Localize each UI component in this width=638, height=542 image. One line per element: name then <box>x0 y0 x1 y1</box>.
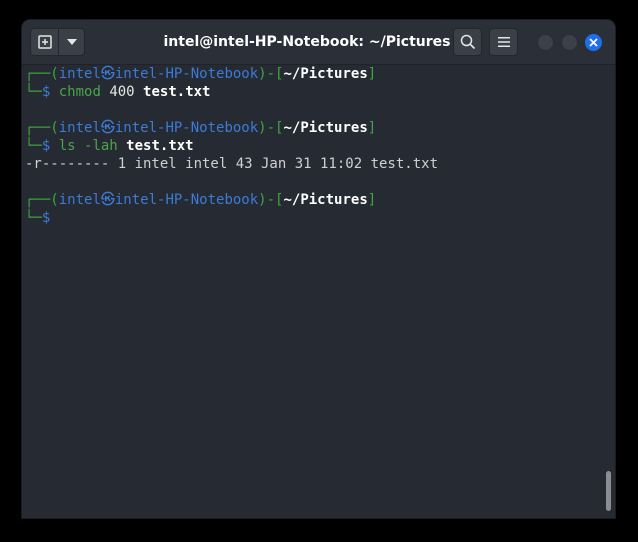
command-name: chmod <box>58 84 101 100</box>
command-name: ls <box>58 138 76 154</box>
header-bar: intel@intel-HP-Notebook: ~/Pictures <box>22 20 615 65</box>
prompt-line: ┌──(intel㉿intel-HP-Notebook)-[~/Pictures… <box>25 119 376 137</box>
prompt-host: intel-HP-Notebook <box>114 120 259 136</box>
window-title: intel@intel-HP-Notebook: ~/Pictures <box>163 34 451 50</box>
prompt-user: intel <box>58 192 101 208</box>
search-button[interactable] <box>453 28 482 56</box>
prompt-path: ~/Pictures <box>283 66 368 82</box>
command-line: └─$ ls -lah test.txt <box>25 137 194 155</box>
menu-button[interactable] <box>489 28 518 56</box>
terminal-content[interactable]: ┌──(intel㉿intel-HP-Notebook)-[~/Pictures… <box>22 65 615 518</box>
prompt-path: ~/Pictures <box>283 120 368 136</box>
command-output: -r-------- 1 intel intel 43 Jan 31 11:02… <box>25 156 439 172</box>
prompt-frame: )-[ <box>258 66 284 82</box>
command-line: └─$ chmod 400 test.txt <box>25 83 210 101</box>
command-file: test.txt <box>126 138 194 154</box>
search-icon <box>460 34 476 50</box>
chevron-down-icon <box>66 39 77 45</box>
prompt-frame: ┌──( <box>25 120 59 136</box>
prompt-host: intel-HP-Notebook <box>114 66 259 82</box>
terminal-window: intel@intel-HP-Notebook: ~/Pictures ┌──(… <box>22 20 615 518</box>
prompt-host: intel-HP-Notebook <box>114 192 259 208</box>
prompt-at-symbol: ㉿ <box>100 192 115 208</box>
prompt-frame: )-[ <box>258 192 284 208</box>
prompt-frame: ] <box>367 120 377 136</box>
command-args: 400 <box>100 84 144 100</box>
close-button[interactable] <box>585 34 602 51</box>
prompt-frame: ┌──( <box>25 192 59 208</box>
scrollbar[interactable] <box>606 471 611 511</box>
prompt-frame: )-[ <box>258 120 284 136</box>
minimize-button[interactable] <box>537 34 554 51</box>
new-tab-button[interactable] <box>30 28 59 56</box>
prompt-at-symbol: ㉿ <box>100 120 115 136</box>
prompt-frame: └─ <box>25 210 42 226</box>
prompt-user: intel <box>58 120 101 136</box>
prompt-at-symbol: ㉿ <box>100 66 115 82</box>
new-tab-icon <box>37 35 52 49</box>
prompt-line: ┌──(intel㉿intel-HP-Notebook)-[~/Pictures… <box>25 65 376 83</box>
prompt-line: ┌──(intel㉿intel-HP-Notebook)-[~/Pictures… <box>25 191 376 209</box>
tab-dropdown-button[interactable] <box>59 28 85 56</box>
prompt-frame: ] <box>367 66 377 82</box>
prompt-frame: ] <box>367 192 377 208</box>
hamburger-menu-icon <box>497 37 510 47</box>
maximize-button[interactable] <box>561 34 578 51</box>
command-args: -lah <box>75 138 127 154</box>
command-file: test.txt <box>143 84 211 100</box>
prompt-frame: └─ <box>25 84 42 100</box>
prompt-frame: ┌──( <box>25 66 59 82</box>
prompt-dollar: $ <box>41 210 51 226</box>
prompt-path: ~/Pictures <box>283 192 368 208</box>
command-line: └─$ <box>25 209 50 227</box>
prompt-frame: └─ <box>25 138 42 154</box>
close-icon <box>589 38 598 47</box>
prompt-user: intel <box>58 66 101 82</box>
